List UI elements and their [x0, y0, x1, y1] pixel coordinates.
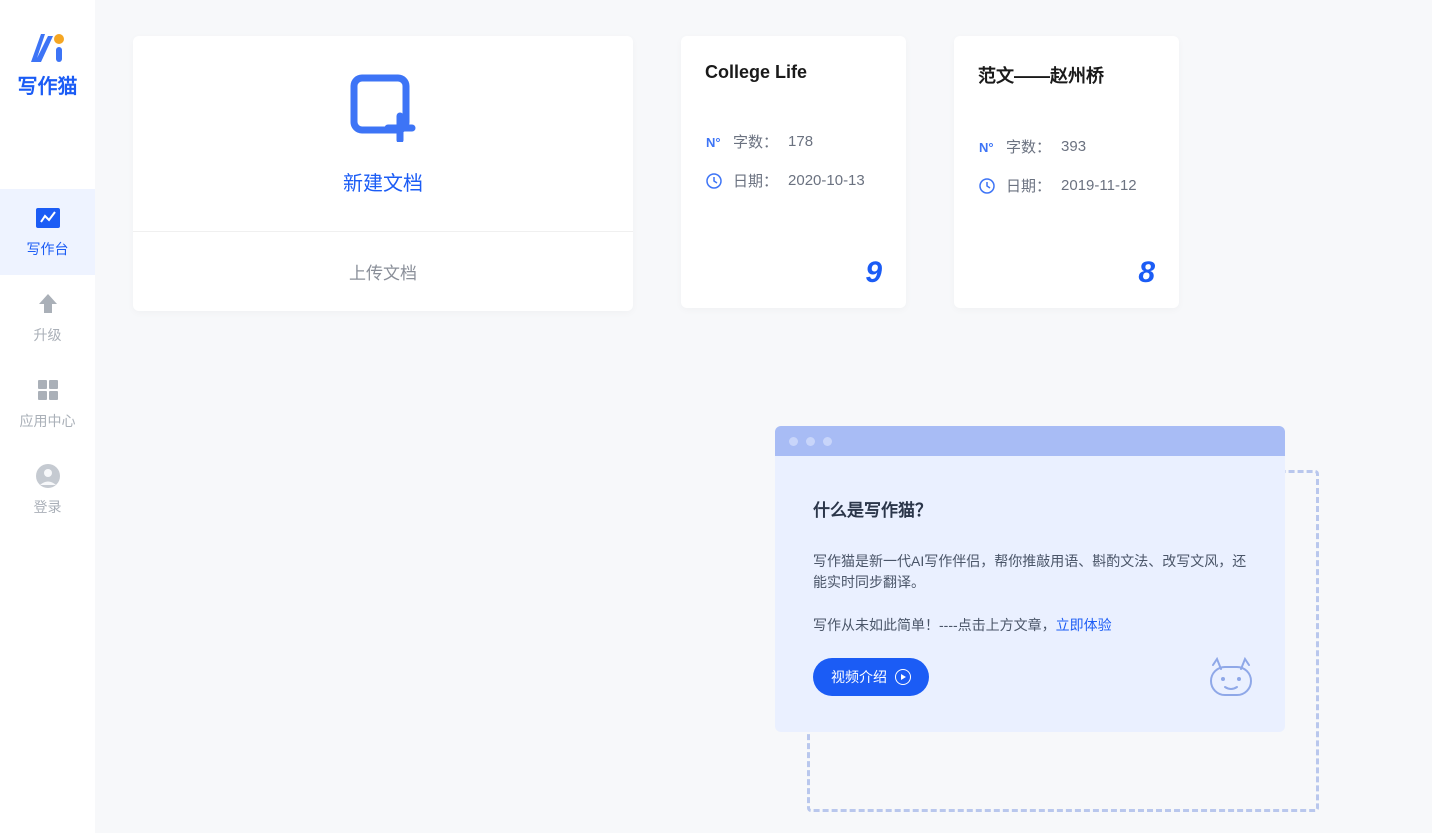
- window-dot-icon: [789, 437, 798, 446]
- new-document-card: 新建文档 上传文档: [133, 36, 633, 311]
- word-count-value: 393: [1061, 138, 1086, 155]
- sidebar-item-login[interactable]: 登录: [0, 447, 95, 533]
- document-title: College Life: [705, 62, 882, 83]
- word-count-label: 字数：: [1006, 136, 1051, 157]
- upload-document-button[interactable]: 上传文档: [133, 231, 633, 311]
- main-content: 新建文档 上传文档 College Life N° 字数： 178 日期： 20…: [95, 0, 1432, 347]
- word-count-row: N° 字数： 393: [978, 136, 1155, 157]
- date-label: 日期：: [733, 170, 778, 191]
- upload-document-label: 上传文档: [349, 259, 417, 284]
- nav-label: 应用中心: [20, 411, 76, 431]
- new-document-icon: [344, 72, 422, 147]
- promo-section: 什么是写作猫？ 写作猫是新一代AI写作伴侣，帮你推敲用语、斟酌文法、改写文风，还…: [775, 426, 1285, 732]
- sidebar: 写作猫 写作台 升级 应用中心 登录: [0, 0, 95, 833]
- nav-label: 写作台: [27, 239, 69, 259]
- date-value: 2020-10-13: [788, 172, 865, 189]
- word-count-label: 字数：: [733, 131, 778, 152]
- new-document-label: 新建文档: [343, 167, 423, 196]
- document-card[interactable]: 范文——赵州桥 N° 字数： 393 日期： 2019-11-12 8: [954, 36, 1179, 308]
- apps-icon: [33, 377, 63, 403]
- new-document-button[interactable]: 新建文档: [133, 36, 633, 231]
- promo-heading: 什么是写作猫？: [813, 496, 1247, 521]
- cat-mascot-icon: [1207, 657, 1255, 702]
- clock-icon: [978, 177, 996, 195]
- clock-icon: [705, 172, 723, 190]
- logo-text: 写作猫: [18, 70, 78, 99]
- word-count-value: 178: [788, 133, 813, 150]
- document-title: 范文——赵州桥: [978, 62, 1155, 88]
- date-row: 日期： 2020-10-13: [705, 170, 882, 191]
- number-icon: N°: [978, 138, 996, 156]
- edit-icon: [33, 205, 63, 231]
- play-icon: [895, 669, 911, 685]
- document-card[interactable]: College Life N° 字数： 178 日期： 2020-10-13 9: [681, 36, 906, 308]
- window-dot-icon: [823, 437, 832, 446]
- svg-text:N°: N°: [979, 140, 994, 155]
- cards-row: 新建文档 上传文档 College Life N° 字数： 178 日期： 20…: [133, 36, 1394, 311]
- date-label: 日期：: [1006, 175, 1051, 196]
- date-value: 2019-11-12: [1061, 177, 1137, 194]
- document-score: 8: [978, 256, 1155, 290]
- promo-body: 什么是写作猫？ 写作猫是新一代AI写作伴侣，帮你推敲用语、斟酌文法、改写文风，还…: [775, 456, 1285, 732]
- promo-text: 写作猫是新一代AI写作伴侣，帮你推敲用语、斟酌文法、改写文风，还能实时同步翻译。: [813, 551, 1247, 593]
- promo-text-prefix: 写作从未如此简单！----点击上方文章，: [813, 617, 1056, 633]
- promo-titlebar: [775, 426, 1285, 456]
- svg-text:N°: N°: [706, 135, 721, 150]
- sidebar-item-upgrade[interactable]: 升级: [0, 275, 95, 361]
- word-count-row: N° 字数： 178: [705, 131, 882, 152]
- logo-icon: [23, 28, 73, 68]
- video-intro-button[interactable]: 视频介绍: [813, 658, 929, 696]
- document-score: 9: [705, 256, 882, 290]
- window-dot-icon: [806, 437, 815, 446]
- sidebar-item-appcenter[interactable]: 应用中心: [0, 361, 95, 447]
- number-icon: N°: [705, 133, 723, 151]
- try-now-link[interactable]: 立即体验: [1056, 617, 1112, 633]
- video-button-label: 视频介绍: [831, 667, 887, 687]
- promo-card: 什么是写作猫？ 写作猫是新一代AI写作伴侣，帮你推敲用语、斟酌文法、改写文风，还…: [775, 426, 1285, 732]
- date-row: 日期： 2019-11-12: [978, 175, 1155, 196]
- user-icon: [33, 463, 63, 489]
- nav-label: 登录: [34, 497, 62, 517]
- upgrade-icon: [33, 291, 63, 317]
- logo[interactable]: 写作猫: [18, 28, 78, 99]
- nav-label: 升级: [34, 325, 62, 345]
- sidebar-item-workspace[interactable]: 写作台: [0, 189, 95, 275]
- promo-text-2: 写作从未如此简单！----点击上方文章，立即体验: [813, 615, 1247, 636]
